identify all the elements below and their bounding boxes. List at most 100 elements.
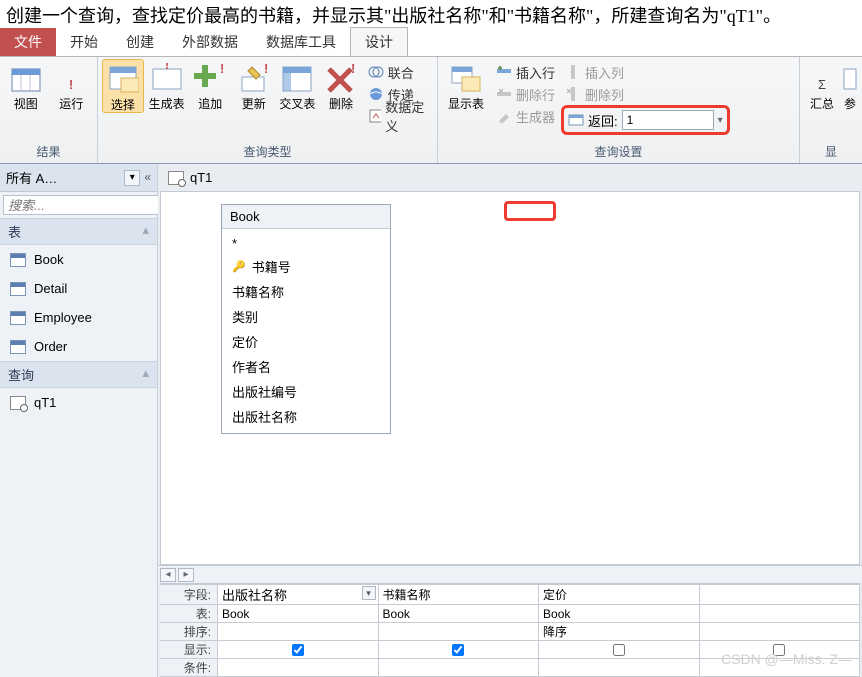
append-label: 追加 [198, 97, 222, 111]
svg-text:!: ! [351, 63, 355, 76]
field-row[interactable]: 类别 [230, 304, 382, 329]
grid-cell-field[interactable]: 定价 [539, 585, 699, 605]
update-label: 更新 [242, 97, 266, 111]
ribbon: 视图 ! 运行 结果 选择 ! 生成表 ! 追加 ! [0, 56, 862, 164]
view-button[interactable]: 视图 [4, 59, 48, 111]
nav-table-label: Book [34, 252, 64, 267]
grid-cell-field[interactable] [699, 585, 860, 605]
deleterow-button[interactable]: 删除行 [492, 83, 559, 105]
nav-collapse-icon[interactable]: « [144, 170, 151, 186]
field-row[interactable]: 定价 [230, 329, 382, 354]
navigation-pane: 所有 A… ▾ « 🔍 表▴ Book Detail Employee Orde… [0, 164, 158, 677]
query-icon [168, 171, 184, 185]
table-card-title: Book [222, 205, 390, 229]
scroll-right-icon[interactable]: ▸ [178, 568, 194, 582]
grid-cell-table[interactable]: Book [539, 605, 699, 623]
grid-cell-show[interactable] [378, 641, 538, 659]
table-icon [10, 340, 26, 354]
ribbon-tab-row: 文件 开始 创建 外部数据 数据库工具 设计 [0, 30, 862, 56]
grid-cell-show[interactable] [218, 641, 378, 659]
params-button[interactable]: 参 [842, 59, 858, 111]
grid-cell-table[interactable]: Book [218, 605, 378, 623]
maketable-label: 生成表 [149, 97, 185, 111]
nav-table-book[interactable]: Book [0, 245, 157, 274]
totals-button[interactable]: Σ 汇总 [804, 59, 840, 111]
nav-header-text: 所有 A… [6, 168, 57, 187]
showtable-button[interactable]: 显示表 [442, 59, 490, 111]
insertcol-button[interactable]: 插入列 [561, 61, 730, 83]
tab-design[interactable]: 设计 [350, 27, 408, 56]
nav-query-qt1[interactable]: qT1 [0, 388, 157, 417]
delete-query-button[interactable]: ! 删除 [320, 59, 362, 111]
builder-button[interactable]: 生成器 [492, 105, 559, 127]
return-input[interactable] [622, 110, 714, 130]
update-button[interactable]: ! 更新 [233, 59, 275, 111]
union-button[interactable]: 联合 [364, 61, 433, 83]
field-row[interactable]: 书籍名称 [230, 279, 382, 304]
grid-cell-criteria[interactable] [378, 659, 538, 677]
run-button[interactable]: ! 运行 [50, 59, 94, 111]
group-results-label: 结果 [4, 142, 93, 161]
field-row[interactable]: 作者名 [230, 354, 382, 379]
nav-table-detail[interactable]: Detail [0, 274, 157, 303]
append-button[interactable]: ! 追加 [189, 59, 231, 111]
nav-category-queries[interactable]: 查询▴ [0, 361, 157, 388]
field-row[interactable]: 出版社名称 [230, 404, 382, 429]
maketable-button[interactable]: ! 生成表 [146, 59, 188, 111]
return-dropdown-icon[interactable]: ▾ [718, 115, 723, 126]
table-card-book[interactable]: Book * 🔑书籍号 书籍名称 类别 定价 作者名 出版社编号 出版社名称 [221, 204, 391, 434]
field-row[interactable]: 出版社编号 [230, 379, 382, 404]
tab-external[interactable]: 外部数据 [168, 28, 252, 56]
grid-row-table-label: 表: [160, 605, 218, 623]
show-checkbox[interactable] [292, 644, 304, 656]
datadef-button[interactable]: 数据定义 [364, 105, 433, 127]
select-query-button[interactable]: 选择 [102, 59, 144, 113]
show-checkbox[interactable] [452, 644, 464, 656]
grid-cell-show[interactable] [539, 641, 699, 659]
table-diagram-area[interactable]: Book * 🔑书籍号 书籍名称 类别 定价 作者名 出版社编号 出版社名称 [160, 191, 860, 565]
nav-table-order[interactable]: Order [0, 332, 157, 361]
deletecol-button[interactable]: 删除列 [561, 83, 730, 105]
field-row[interactable]: * [230, 233, 382, 254]
grid-cell-criteria[interactable] [218, 659, 378, 677]
field-row[interactable]: 🔑书籍号 [230, 254, 382, 279]
tab-create[interactable]: 创建 [112, 28, 168, 56]
tab-dbtools[interactable]: 数据库工具 [252, 28, 350, 56]
insertrow-button[interactable]: 插入行 [492, 61, 559, 83]
grid-cell-criteria[interactable] [539, 659, 699, 677]
crosstab-label: 交叉表 [279, 97, 315, 111]
query-tab[interactable]: qT1 [158, 164, 862, 191]
scroll-left-icon[interactable]: ◂ [160, 568, 176, 582]
nav-header[interactable]: 所有 A… ▾ « [0, 164, 157, 192]
grid-cell-table[interactable]: Book [378, 605, 538, 623]
run-label: 运行 [59, 97, 83, 111]
grid-cell-sort[interactable]: 降序 [539, 623, 699, 641]
grid-cell-table[interactable] [699, 605, 860, 623]
nav-table-label: Order [34, 339, 67, 354]
nav-dropdown-icon[interactable]: ▾ [124, 170, 140, 186]
nav-table-employee[interactable]: Employee [0, 303, 157, 332]
grid-cell-sort[interactable] [218, 623, 378, 641]
grid-cell-field[interactable]: 出版社名称▾ [218, 585, 378, 605]
return-box: 返回: ▾ [561, 105, 730, 135]
nav-cat-queries-label: 查询 [8, 365, 34, 384]
grid-cell-sort[interactable] [699, 623, 860, 641]
nav-query-label: qT1 [34, 395, 56, 410]
table-icon [10, 311, 26, 325]
dropdown-icon[interactable]: ▾ [362, 586, 376, 600]
crosstab-button[interactable]: 交叉表 [277, 59, 319, 111]
tab-start[interactable]: 开始 [56, 28, 112, 56]
nav-cat-tables-label: 表 [8, 222, 21, 241]
instruction-text: 创建一个查询，查找定价最高的书籍，并显示其"出版社名称"和"书籍名称"，所建查询… [0, 0, 862, 30]
show-checkbox[interactable] [613, 644, 625, 656]
grid-cell-sort[interactable] [378, 623, 538, 641]
grid-cell-field[interactable]: 书籍名称 [378, 585, 538, 605]
horizontal-scrollbar[interactable]: ◂ ▸ [158, 565, 862, 583]
svg-text:!: ! [220, 63, 224, 76]
grid-row-show-label: 显示: [160, 641, 218, 659]
insertrow-label: 插入行 [516, 63, 555, 82]
query-icon [10, 396, 26, 410]
nav-table-label: Detail [34, 281, 67, 296]
nav-category-tables[interactable]: 表▴ [0, 218, 157, 245]
tab-file[interactable]: 文件 [0, 28, 56, 56]
